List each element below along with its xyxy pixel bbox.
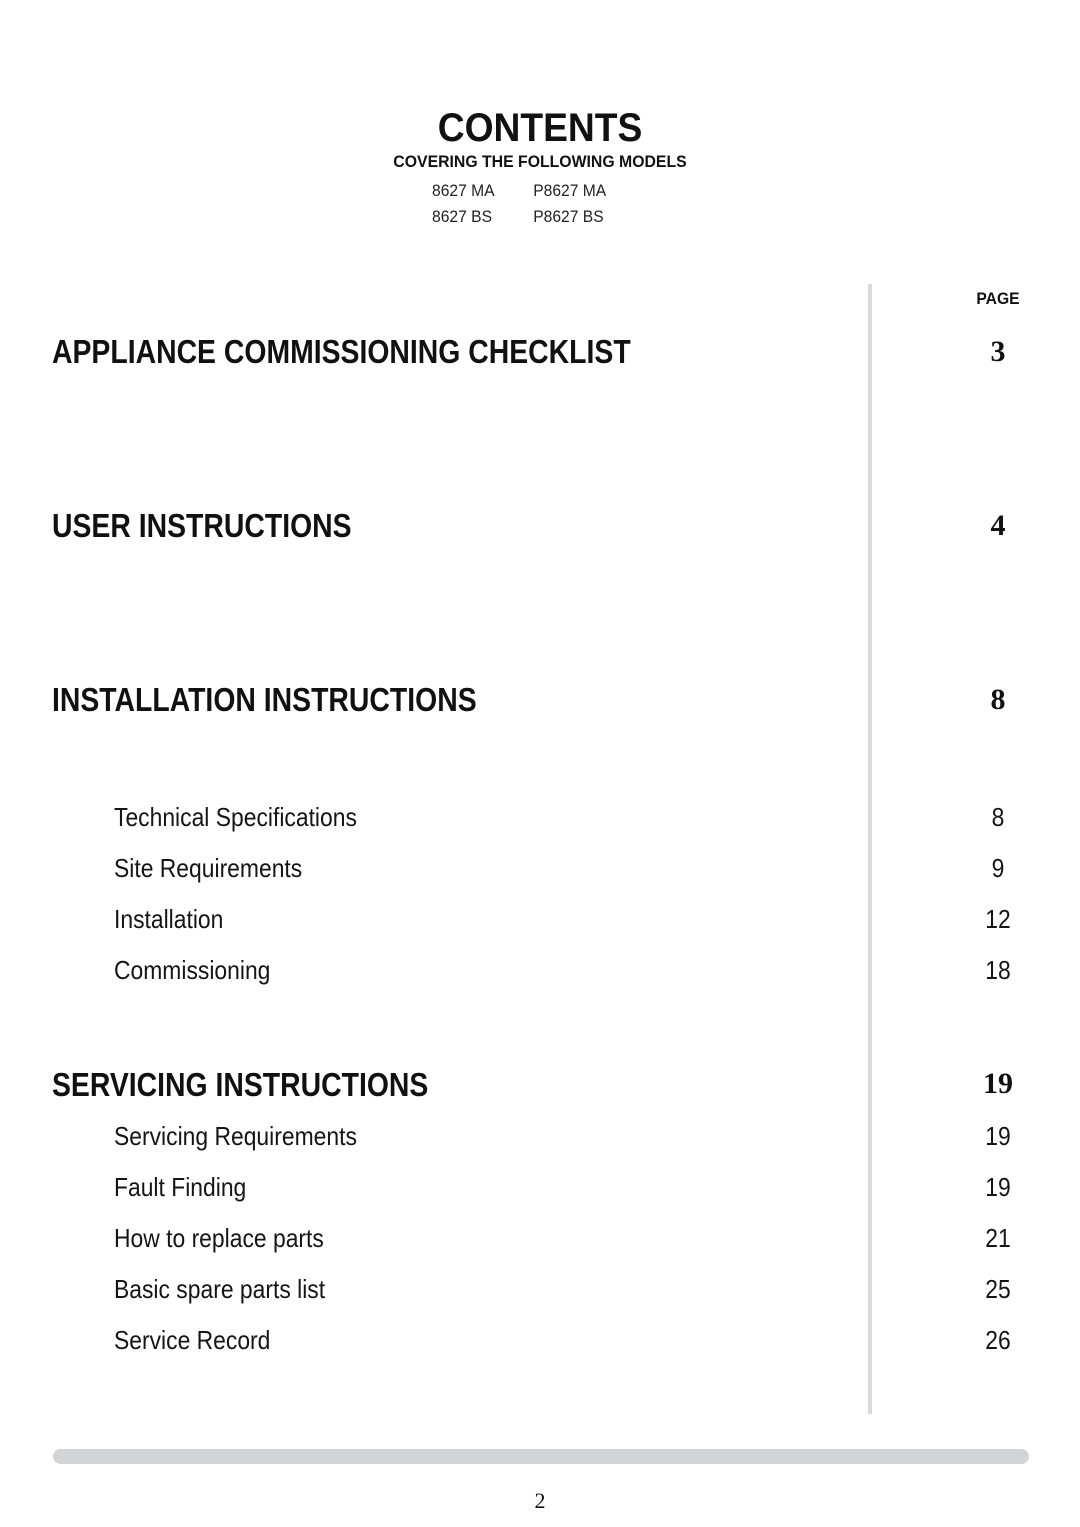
toc-item[interactable]: How to replace parts [114,1223,324,1254]
toc-item[interactable]: Basic spare parts list [114,1274,325,1305]
model-row: 8627 BS P8627 BS [432,204,606,230]
footer-rule [53,1449,1029,1464]
model-name: P8627 BS [533,207,604,226]
toc-item-page: 19 [985,1121,1011,1151]
toc-item[interactable]: Site Requirements [114,853,302,884]
toc-item-page: 25 [985,1274,1011,1304]
toc-item-page: 26 [985,1325,1011,1355]
toc-item-page: 21 [985,1223,1011,1253]
model-name: 8627 BS [432,207,493,226]
toc-item[interactable]: Servicing Requirements [114,1121,357,1152]
model-name: P8627 MA [533,181,607,200]
toc-item-page: 9 [991,853,1005,883]
toc-section-user-instructions[interactable]: USER INSTRUCTIONS [52,507,352,545]
model-row: 8627 MA P8627 MA [432,178,606,204]
model-name: 8627 MA [432,181,495,200]
models-subtitle: COVERING THE FOLLOWING MODELS [393,152,687,171]
toc-item[interactable]: Fault Finding [114,1172,246,1203]
toc-item[interactable]: Installation [114,904,223,935]
toc-section-commissioning-checklist[interactable]: APPLIANCE COMMISSIONING CHECKLIST [52,333,631,371]
page-title: CONTENTS [437,106,643,150]
page-number: 2 [534,1488,546,1513]
page-column-label: PAGE [976,289,1020,308]
toc-section-page: 8 [990,683,1006,716]
toc-section-page: 3 [990,335,1006,368]
toc-section-page: 19 [983,1067,1013,1100]
page-column-divider [868,284,872,1414]
toc-item-page: 12 [985,904,1011,934]
toc-item-page: 18 [985,955,1011,985]
toc-item[interactable]: Service Record [114,1325,270,1356]
toc-item[interactable]: Technical Specifications [114,802,357,833]
toc-item-page: 19 [985,1172,1011,1202]
models-list: 8627 MA P8627 MA 8627 BS P8627 BS [432,178,606,230]
toc-section-servicing-instructions[interactable]: SERVICING INSTRUCTIONS [52,1066,428,1104]
toc-item-page: 8 [991,802,1005,832]
toc-section-installation-instructions[interactable]: INSTALLATION INSTRUCTIONS [52,681,477,719]
toc-section-page: 4 [990,509,1006,542]
toc-item[interactable]: Commissioning [114,955,270,986]
